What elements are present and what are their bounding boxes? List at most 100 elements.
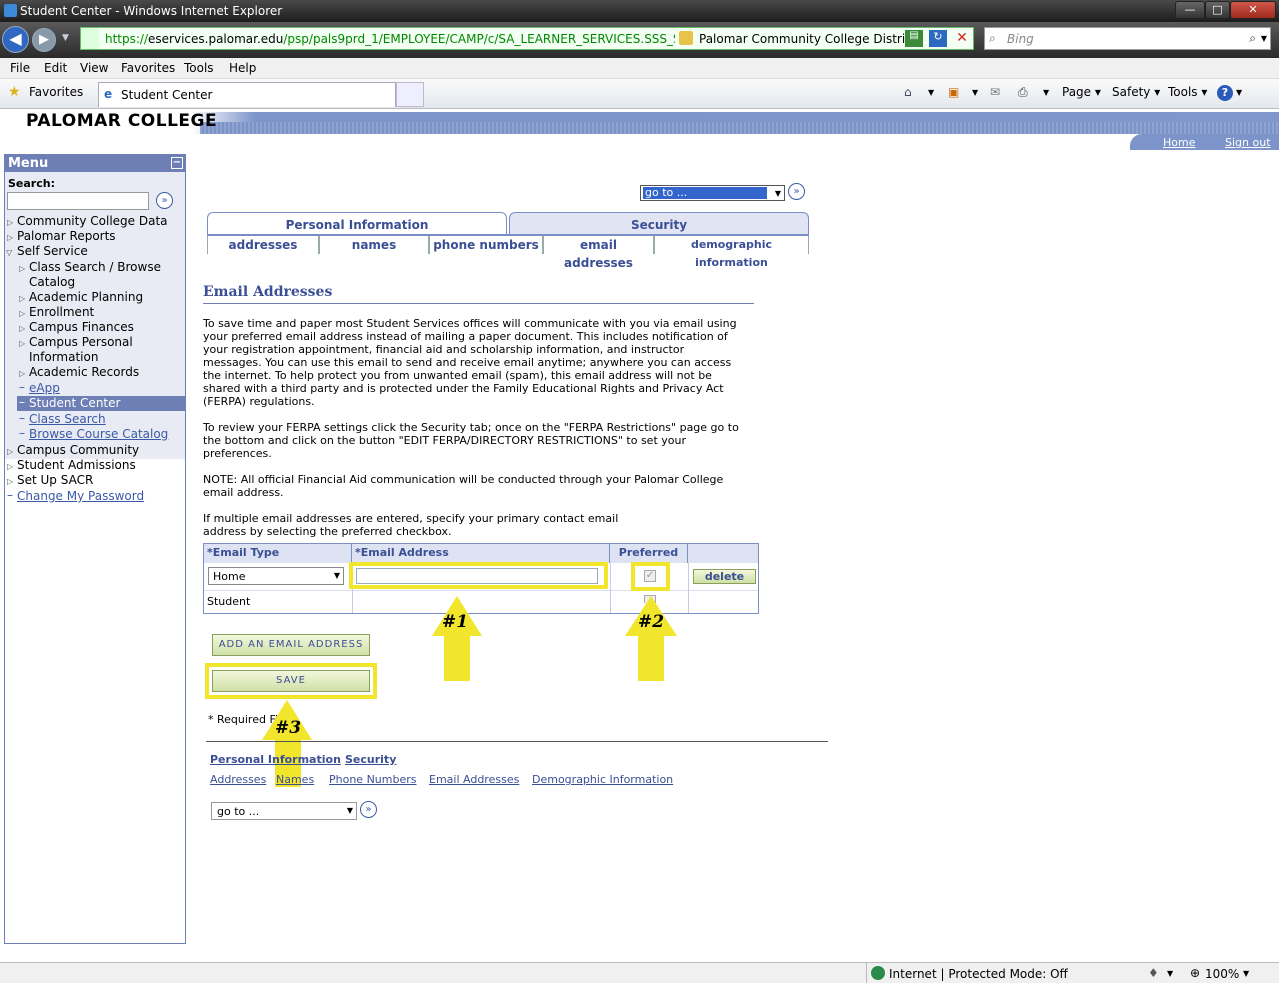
signout-link[interactable]: Sign out xyxy=(1225,136,1271,149)
print-dropdown-icon[interactable]: ▼ xyxy=(1043,88,1049,97)
expand-icon[interactable]: ▷ xyxy=(19,339,25,348)
expand-icon[interactable]: ▷ xyxy=(7,233,13,242)
help-icon[interactable]: ? xyxy=(1217,85,1233,101)
back-icon[interactable]: ◀ xyxy=(2,26,29,53)
menu-item-class-search[interactable]: Class Search xyxy=(29,412,106,426)
forward-icon[interactable]: ▶ xyxy=(32,28,56,52)
menu-favorites[interactable]: Favorites xyxy=(121,61,175,75)
email-type-select[interactable]: Home ▼ xyxy=(208,567,344,585)
goto-go-icon[interactable]: » xyxy=(788,183,805,200)
recent-pages-icon[interactable]: ▼ xyxy=(62,33,69,43)
stop-icon[interactable]: ✕ xyxy=(953,30,971,47)
tools-menu[interactable]: Tools ▾ xyxy=(1168,85,1207,99)
safety-menu[interactable]: Safety ▾ xyxy=(1112,85,1160,99)
add-email-button[interactable]: Add An Email Address xyxy=(212,634,370,656)
menu-item-student-admissions[interactable]: Student Admissions xyxy=(17,458,136,472)
footer-link-demographic-information[interactable]: Demographic Information xyxy=(532,773,673,786)
zoom-level[interactable]: 100% xyxy=(1205,967,1239,981)
address-bar[interactable]: https://eservices.palomar.edu/psp/pals9p… xyxy=(80,27,974,50)
help-dropdown-icon[interactable]: ▼ xyxy=(1236,88,1242,97)
feeds-dropdown-icon[interactable]: ▼ xyxy=(972,88,978,97)
menu-tools[interactable]: Tools xyxy=(184,61,214,75)
maximize-button[interactable]: □ xyxy=(1205,1,1230,19)
lock-icon[interactable] xyxy=(679,31,693,45)
menu-item-class-search-browse[interactable]: Class Search / Browse xyxy=(29,260,161,274)
footer-link-names[interactable]: Names xyxy=(276,773,314,786)
menu-item-campus-personal[interactable]: Campus Personal xyxy=(29,335,133,349)
expand-icon[interactable]: ▷ xyxy=(19,369,25,378)
menu-item-academic-records[interactable]: Academic Records xyxy=(29,365,139,379)
menu-file[interactable]: File xyxy=(10,61,30,75)
expand-icon[interactable]: ▷ xyxy=(7,218,13,227)
expand-icon[interactable]: ▷ xyxy=(19,264,25,273)
expand-icon[interactable]: ▷ xyxy=(19,309,25,318)
menu-item-catalog[interactable]: Catalog xyxy=(29,275,75,289)
compat-view-icon[interactable]: ▤ xyxy=(905,30,923,47)
subtab-phone-numbers[interactable]: phone numbers xyxy=(429,236,543,254)
menu-item-campus-finances[interactable]: Campus Finances xyxy=(29,320,134,334)
collapse-icon[interactable]: ▽ xyxy=(6,248,12,257)
url-text[interactable]: https://eservices.palomar.edu/psp/pals9p… xyxy=(105,32,675,46)
menu-search-input[interactable] xyxy=(7,192,149,210)
home-icon[interactable]: ⌂ xyxy=(904,85,912,99)
footer-link-addresses[interactable]: Addresses xyxy=(210,773,266,786)
home-dropdown-icon[interactable]: ▼ xyxy=(928,88,934,97)
delete-button[interactable]: delete xyxy=(693,569,756,584)
minimize-button[interactable]: — xyxy=(1175,1,1205,19)
menu-edit[interactable]: Edit xyxy=(44,61,67,75)
menu-item-browse-course-catalog[interactable]: Browse Course Catalog xyxy=(29,427,168,441)
search-box[interactable]: ⌕ Bing ⌕ ▼ xyxy=(984,27,1271,50)
menu-item-self-service[interactable]: Self Service xyxy=(17,244,88,258)
expand-icon[interactable]: ▷ xyxy=(19,324,25,333)
feeds-icon[interactable]: ▣ xyxy=(948,85,959,99)
menu-item-palomar-reports[interactable]: Palomar Reports xyxy=(17,229,116,243)
security-report-site[interactable]: Palomar Community College Distri... xyxy=(699,32,917,46)
menu-help[interactable]: Help xyxy=(229,61,256,75)
goto-select[interactable]: go to ... ▼ xyxy=(640,185,785,201)
subtab-addresses[interactable]: addresses xyxy=(207,236,319,254)
search-options-icon[interactable]: ▼ xyxy=(1261,34,1267,43)
menu-item-community-college-data[interactable]: Community College Data xyxy=(17,214,168,228)
zoom-dropdown-icon[interactable]: ▼ xyxy=(1243,969,1249,978)
page-menu[interactable]: Page ▾ xyxy=(1062,85,1101,99)
menu-item-eapp[interactable]: eApp xyxy=(29,381,60,395)
menu-item-student-center[interactable]: Student Center xyxy=(29,396,120,410)
subtab-names[interactable]: names xyxy=(319,236,429,254)
close-button[interactable]: ✕ xyxy=(1230,1,1276,19)
tab-personal-information[interactable]: Personal Information xyxy=(207,212,507,234)
subtab-email-addresses[interactable]: email addresses xyxy=(543,236,654,270)
zoom-icon[interactable]: ⊕ xyxy=(1190,966,1200,980)
menu-item-change-password[interactable]: Change My Password xyxy=(17,489,144,503)
refresh-icon[interactable]: ↻ xyxy=(929,30,947,47)
browser-tab[interactable]: e Student Center xyxy=(98,82,396,107)
protected-mode-icon[interactable]: ♦ xyxy=(1148,966,1159,980)
favorites-star-icon[interactable]: ★ xyxy=(8,84,21,100)
save-button[interactable]: Save xyxy=(212,670,370,692)
collapse-menu-icon[interactable]: − xyxy=(171,157,183,169)
menu-item-enrollment[interactable]: Enrollment xyxy=(29,305,94,319)
subtab-demographic-information[interactable]: demographic information xyxy=(654,236,809,269)
expand-icon[interactable]: ▷ xyxy=(7,462,13,471)
expand-icon[interactable]: ▷ xyxy=(19,294,25,303)
footer-link-security[interactable]: Security xyxy=(345,753,396,766)
footer-link-phone-numbers[interactable]: Phone Numbers xyxy=(329,773,417,786)
zone-dropdown-icon[interactable]: ▼ xyxy=(1167,969,1173,978)
tab-security[interactable]: Security xyxy=(509,212,809,234)
menu-item-campus-community[interactable]: Campus Community xyxy=(17,443,139,457)
home-link[interactable]: Home xyxy=(1163,136,1195,149)
menu-item-academic-planning[interactable]: Academic Planning xyxy=(29,290,143,304)
favorites-button[interactable]: Favorites xyxy=(29,85,83,99)
footer-link-email-addresses[interactable]: Email Addresses xyxy=(429,773,519,786)
menu-item-information[interactable]: Information xyxy=(29,350,98,364)
new-tab-button[interactable] xyxy=(396,82,424,107)
goto-select-bottom[interactable]: go to ... ▼ xyxy=(211,802,357,820)
expand-icon[interactable]: ▷ xyxy=(7,477,13,486)
menu-search-go-icon[interactable]: » xyxy=(156,192,173,209)
expand-icon[interactable]: ▷ xyxy=(7,447,13,456)
footer-link-personal-information[interactable]: Personal Information xyxy=(210,753,341,766)
goto-bottom-go-icon[interactable]: » xyxy=(360,801,377,818)
menu-view[interactable]: View xyxy=(80,61,108,75)
print-icon[interactable]: ⎙ xyxy=(1018,85,1028,100)
security-zone[interactable]: Internet | Protected Mode: Off xyxy=(889,967,1068,981)
search-icon[interactable]: ⌕ xyxy=(1249,31,1256,46)
